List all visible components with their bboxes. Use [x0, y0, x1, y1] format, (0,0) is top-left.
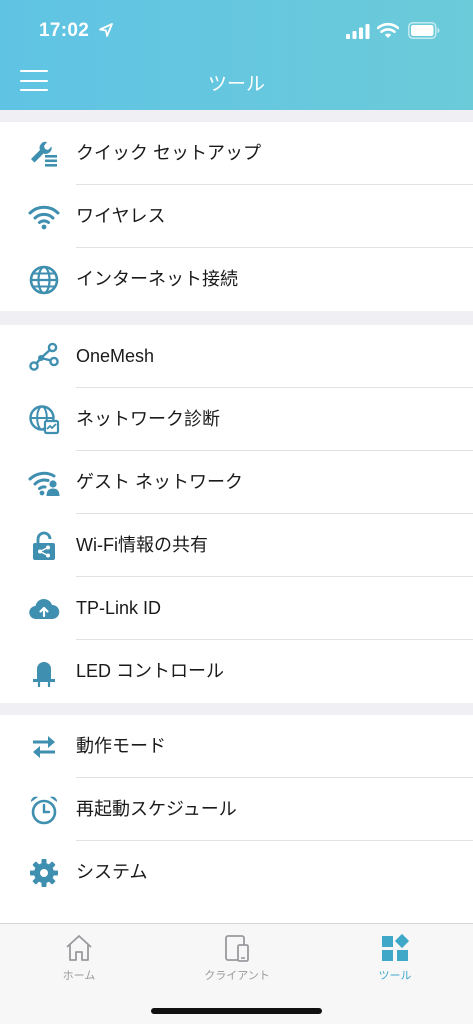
menu-item-label: TP-Link ID [76, 598, 162, 618]
cloud-upload-icon [29, 598, 60, 620]
led-lamp-icon [33, 662, 55, 687]
swap-arrows-icon [33, 736, 55, 758]
tools-section-setup: クイック セットアップ ワイヤレス インターネット接続 [0, 122, 473, 311]
wifi-icon [28, 205, 60, 230]
app-header: 17:02 ツール [0, 0, 473, 110]
battery-icon [408, 22, 440, 39]
menu-item-wifi-share[interactable]: Wi-Fi情報の共有 [0, 514, 473, 577]
globe-icon [29, 265, 59, 295]
home-icon [66, 935, 92, 961]
menu-item-label: 動作モード [76, 736, 166, 756]
tools-section-network: OneMesh ネットワーク診断 ゲスト ネットワーク Wi-Fi情報の共有 T… [0, 325, 473, 703]
tab-clients[interactable]: クライアント [158, 924, 316, 984]
status-time: 17:02 [39, 20, 90, 41]
globe-diagnose-icon [29, 405, 60, 435]
tab-tools[interactable]: ツール [316, 924, 473, 984]
menu-item-label: ゲスト ネットワーク [76, 472, 244, 492]
menu-item-operation-mode[interactable]: 動作モード [0, 715, 473, 778]
menu-item-label: OneMesh [76, 346, 155, 366]
wifi-status-icon [377, 22, 399, 38]
tab-label: ホーム [62, 970, 96, 982]
menu-item-wireless[interactable]: ワイヤレス [0, 185, 473, 248]
menu-item-label: システム [76, 862, 148, 882]
tab-home[interactable]: ホーム [0, 924, 158, 984]
status-bar: 17:02 [0, 0, 473, 64]
menu-item-label: ネットワーク診断 [76, 409, 220, 429]
menu-item-label: Wi-Fi情報の共有 [76, 535, 208, 555]
menu-item-onemesh[interactable]: OneMesh [0, 325, 473, 388]
tools-grid-icon [382, 933, 410, 961]
home-indicator [151, 1008, 322, 1014]
wifi-guest-icon [28, 471, 60, 496]
menu-item-label: クイック セットアップ [76, 143, 261, 163]
devices-icon [225, 935, 249, 962]
wrench-list-icon [31, 141, 57, 167]
menu-item-guest-network[interactable]: ゲスト ネットワーク [0, 451, 473, 514]
menu-item-quick-setup[interactable]: クイック セットアップ [0, 122, 473, 185]
menu-item-label: ワイヤレス [76, 206, 166, 226]
tools-section-system: 動作モード 再起動スケジュール システム [0, 715, 473, 923]
menu-item-internet-connection[interactable]: インターネット接続 [0, 248, 473, 311]
share-lock-icon [33, 531, 55, 560]
gear-icon [30, 859, 58, 887]
menu-item-label: 再起動スケジュール [76, 799, 237, 819]
menu-item-label: インターネット接続 [76, 269, 238, 289]
menu-item-reboot-schedule[interactable]: 再起動スケジュール [0, 778, 473, 841]
menu-item-network-diagnostics[interactable]: ネットワーク診断 [0, 388, 473, 451]
page-title: ツール [207, 74, 265, 95]
menu-item-system[interactable]: システム [0, 841, 473, 904]
tab-label: クライアント [204, 970, 270, 982]
menu-item-led-control[interactable]: LED コントロール [0, 640, 473, 703]
menu-item-tp-link-id[interactable]: TP-Link ID [0, 577, 473, 640]
menu-item-label: LED コントロール [76, 661, 225, 681]
cellular-signal-icon [346, 24, 370, 39]
tab-label: ツール [378, 970, 412, 982]
location-arrow-icon [99, 23, 113, 37]
mesh-nodes-icon [29, 342, 59, 371]
alarm-clock-icon [30, 796, 58, 825]
